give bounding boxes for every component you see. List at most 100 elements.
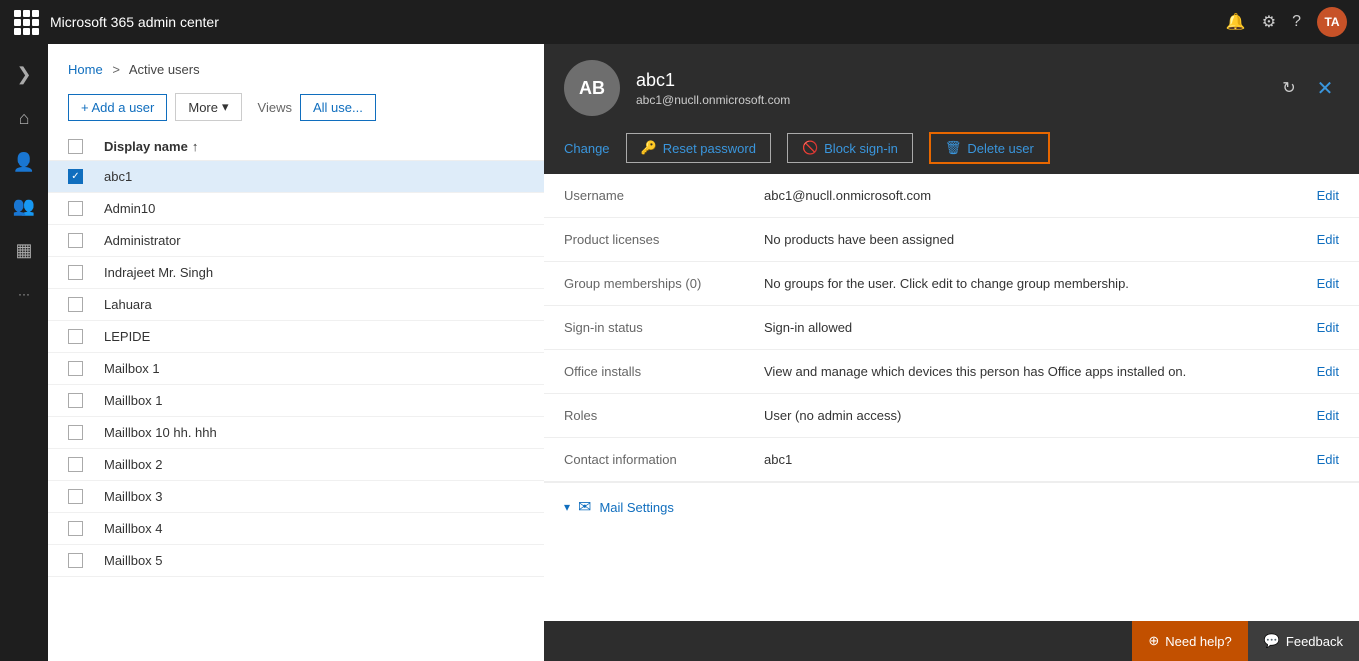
sidebar-resources[interactable]: ▦ — [0, 228, 48, 272]
office-edit[interactable]: Edit — [1317, 364, 1339, 379]
sidebar: ❯ ⌂ 👤 👥 ▦ ··· — [0, 44, 48, 661]
more-label: More — [188, 100, 218, 115]
user-name-cell: Maillbox 2 — [104, 457, 163, 472]
table-row[interactable]: Indrajeet Mr. Singh — [48, 257, 548, 289]
breadcrumb-current: Active users — [129, 62, 200, 77]
detail-user-name: abc1 — [636, 70, 1259, 91]
row-checkbox[interactable] — [68, 297, 83, 312]
user-name-cell: abc1 — [104, 169, 132, 184]
list-header: Display name ↑ — [48, 133, 548, 161]
sidebar-more[interactable]: ··· — [0, 272, 48, 316]
username-edit[interactable]: Edit — [1317, 188, 1339, 203]
contact-label: Contact information — [564, 452, 764, 467]
reset-password-button[interactable]: 🔑 Reset password — [626, 133, 771, 163]
refresh-icon[interactable]: ↻ — [1275, 74, 1303, 102]
office-label: Office installs — [564, 364, 764, 379]
block-icon: 🚫 — [802, 140, 818, 156]
sidebar-users[interactable]: 👤 — [0, 140, 48, 184]
user-avatar: AB — [564, 60, 620, 116]
breadcrumb-home[interactable]: Home — [68, 62, 103, 77]
detail-row-username: Username abc1@nucll.onmicrosoft.com Edit — [544, 174, 1359, 218]
row-checkbox[interactable] — [68, 489, 83, 504]
views-label: Views — [258, 100, 292, 115]
delete-user-button[interactable]: 🗑 Delete user — [929, 132, 1050, 164]
header-actions: ↻ ✕ — [1275, 74, 1339, 102]
contact-edit[interactable]: Edit — [1317, 452, 1339, 467]
toolbar: + Add a user More ▾ Views All use... — [48, 87, 548, 133]
sidebar-expand[interactable]: ❯ — [0, 52, 48, 96]
user-name-cell: Maillbox 4 — [104, 521, 163, 536]
row-checkbox[interactable] — [68, 329, 83, 344]
top-navigation: Microsoft 365 admin center 🔔 ⚙ ? TA — [0, 0, 1359, 44]
row-checkbox[interactable] — [68, 201, 83, 216]
table-row[interactable]: Maillbox 1 — [48, 385, 548, 417]
mail-icon: ✉ — [578, 497, 591, 517]
detail-row-roles: Roles User (no admin access) Edit — [544, 394, 1359, 438]
table-row[interactable]: Maillbox 5 — [48, 545, 548, 577]
close-icon[interactable]: ✕ — [1311, 74, 1339, 102]
table-row[interactable]: Maillbox 10 hh. hhh — [48, 417, 548, 449]
table-row[interactable]: LEPIDE — [48, 321, 548, 353]
key-icon: 🔑 — [641, 140, 657, 156]
detail-user-email: abc1@nucll.onmicrosoft.com — [636, 93, 1259, 107]
row-checkbox[interactable] — [68, 361, 83, 376]
licenses-edit[interactable]: Edit — [1317, 232, 1339, 247]
settings-icon[interactable]: ⚙ — [1262, 12, 1276, 32]
need-help-label: Need help? — [1165, 634, 1232, 649]
main-content: Home > Active users + Add a user More ▾ … — [48, 44, 1359, 661]
table-row[interactable]: Administrator — [48, 225, 548, 257]
mail-settings-label: Mail Settings — [599, 500, 673, 515]
table-row[interactable]: abc1 — [48, 161, 548, 193]
roles-label: Roles — [564, 408, 764, 423]
contact-value: abc1 — [764, 452, 1305, 467]
notification-icon[interactable]: 🔔 — [1226, 12, 1246, 32]
table-row[interactable]: Maillbox 3 — [48, 481, 548, 513]
bottom-bar: ⊕ Need help? 💬 Feedback — [1132, 621, 1359, 661]
user-name-cell: Maillbox 10 hh. hhh — [104, 425, 217, 440]
avatar[interactable]: TA — [1317, 7, 1347, 37]
row-checkbox[interactable] — [68, 265, 83, 280]
row-checkbox[interactable] — [68, 233, 83, 248]
row-checkbox[interactable] — [68, 553, 83, 568]
groups-edit[interactable]: Edit — [1317, 276, 1339, 291]
table-row[interactable]: Maillbox 4 — [48, 513, 548, 545]
reset-password-label: Reset password — [663, 141, 756, 156]
topnav-icons: 🔔 ⚙ ? TA — [1226, 7, 1347, 37]
table-row[interactable]: Lahuara — [48, 289, 548, 321]
user-name-cell: Mailbox 1 — [104, 361, 160, 376]
feedback-icon: 💬 — [1264, 633, 1280, 649]
table-row[interactable]: Mailbox 1 — [48, 353, 548, 385]
sidebar-home[interactable]: ⌂ — [0, 96, 48, 140]
row-checkbox[interactable] — [68, 393, 83, 408]
row-checkbox[interactable] — [68, 169, 83, 184]
all-users-button[interactable]: All use... — [300, 94, 376, 121]
change-link[interactable]: Change — [564, 141, 610, 156]
row-checkbox[interactable] — [68, 425, 83, 440]
mail-settings-section[interactable]: ▾ ✉ Mail Settings — [544, 482, 1359, 531]
need-help-button[interactable]: ⊕ Need help? — [1132, 621, 1247, 661]
block-signin-button[interactable]: 🚫 Block sign-in — [787, 133, 913, 163]
block-signin-label: Block sign-in — [824, 141, 898, 156]
table-row[interactable]: Maillbox 2 — [48, 449, 548, 481]
detail-body: Username abc1@nucll.onmicrosoft.com Edit… — [544, 174, 1359, 621]
column-header-name[interactable]: Display name ↑ — [104, 139, 198, 154]
select-all-checkbox[interactable] — [68, 139, 83, 154]
more-chevron-icon: ▾ — [222, 99, 229, 115]
row-checkbox[interactable] — [68, 457, 83, 472]
waffle-icon[interactable] — [12, 8, 40, 36]
more-button[interactable]: More ▾ — [175, 93, 241, 121]
username-value: abc1@nucll.onmicrosoft.com — [764, 188, 1305, 203]
signin-edit[interactable]: Edit — [1317, 320, 1339, 335]
roles-edit[interactable]: Edit — [1317, 408, 1339, 423]
user-detail-panel: AB abc1 abc1@nucll.onmicrosoft.com ↻ ✕ C… — [544, 44, 1359, 661]
licenses-value: No products have been assigned — [764, 232, 1305, 247]
sidebar-groups[interactable]: 👥 — [0, 184, 48, 228]
detail-row-licenses: Product licenses No products have been a… — [544, 218, 1359, 262]
user-name-cell: Maillbox 5 — [104, 553, 163, 568]
table-row[interactable]: Admin10 — [48, 193, 548, 225]
row-checkbox[interactable] — [68, 521, 83, 536]
feedback-button[interactable]: 💬 Feedback — [1248, 621, 1359, 661]
help-icon[interactable]: ? — [1292, 13, 1301, 31]
detail-row-office: Office installs View and manage which de… — [544, 350, 1359, 394]
add-user-button[interactable]: + Add a user — [68, 94, 167, 121]
